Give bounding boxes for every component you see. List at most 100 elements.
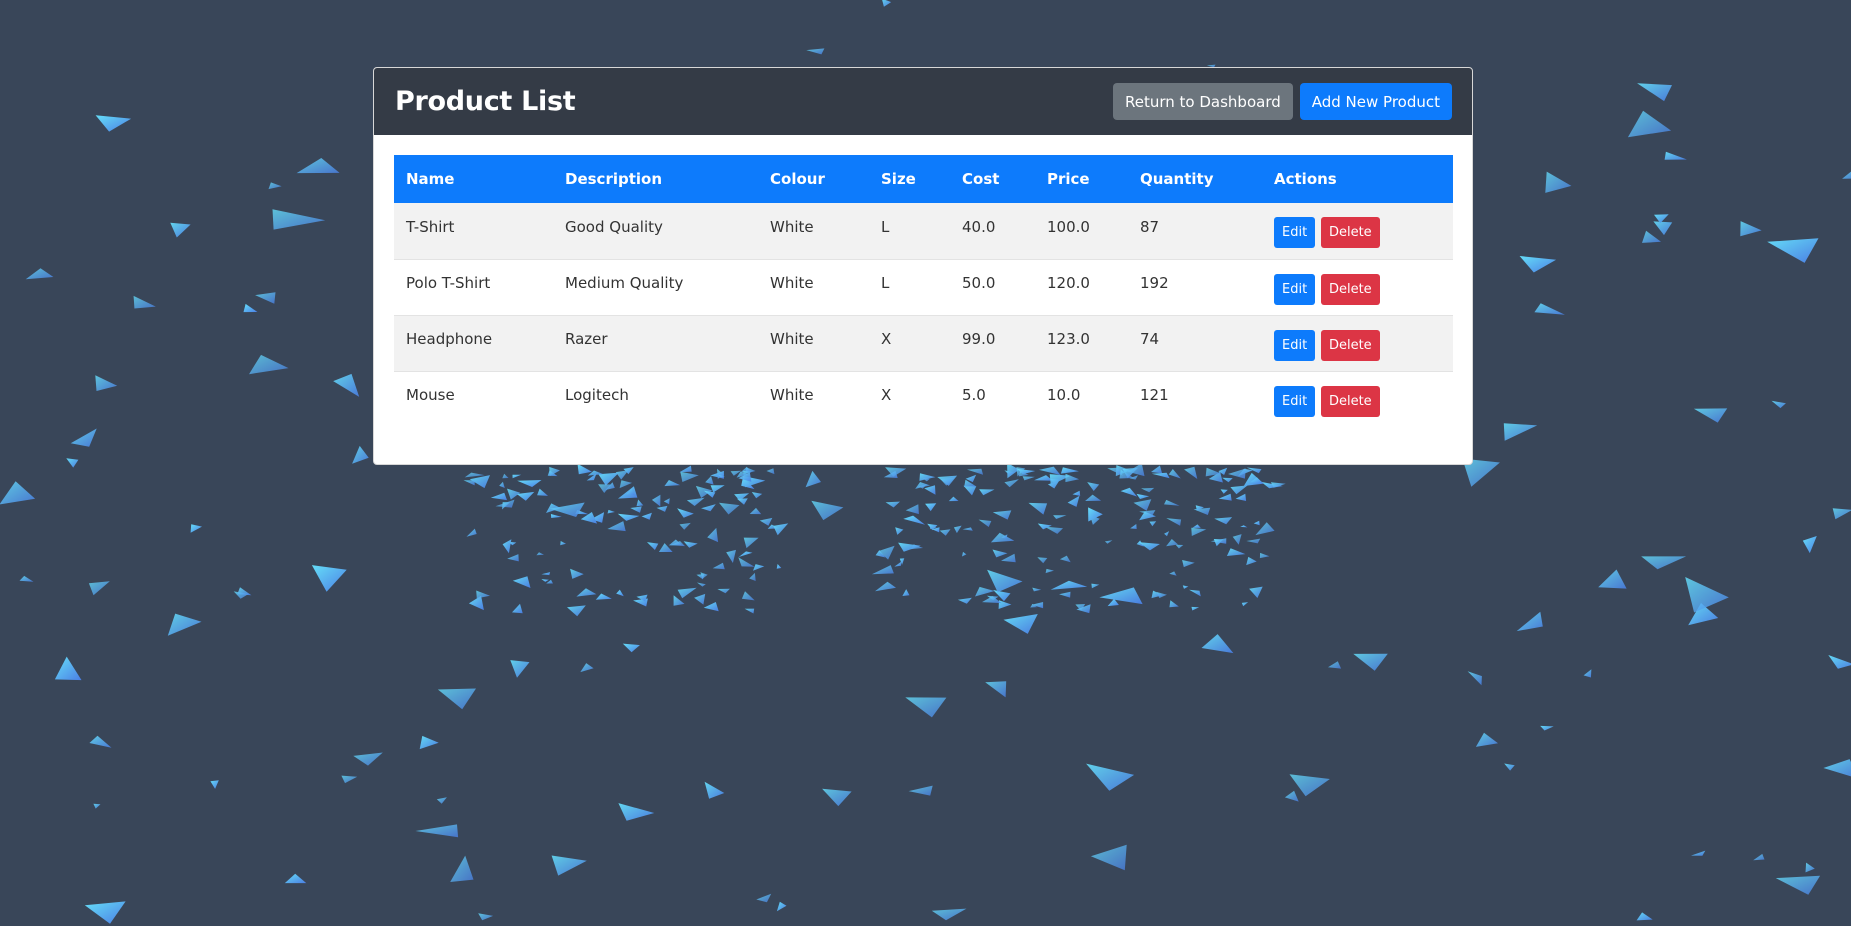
particle-shape — [707, 527, 719, 543]
particle-shape — [1693, 408, 1728, 423]
return-to-dashboard-button[interactable]: Return to Dashboard — [1113, 83, 1293, 120]
particle-shape — [985, 681, 1007, 698]
cell-description: Logitech — [565, 386, 629, 405]
particle-shape — [1328, 661, 1342, 669]
header-buttons: Return to Dashboard Add New Product — [1113, 83, 1452, 120]
particle-shape — [437, 688, 476, 710]
card-header: Product List Return to Dashboard Add New… — [374, 68, 1472, 135]
particle-shape — [756, 893, 772, 903]
particle-shape — [468, 595, 484, 611]
edit-button[interactable]: Edit — [1274, 385, 1316, 417]
particle-shape — [1039, 466, 1061, 475]
particle-shape — [741, 591, 755, 601]
particle-shape — [811, 500, 844, 521]
particle-shape — [1771, 400, 1786, 409]
particle-shape — [93, 803, 101, 809]
particle-shape — [1767, 238, 1819, 263]
particle-shape — [1842, 171, 1851, 179]
particle-shape — [1065, 473, 1080, 483]
particle-shape — [1085, 494, 1102, 501]
cell-name: Polo T-Shirt — [406, 274, 491, 292]
add-new-product-button[interactable]: Add New Product — [1299, 83, 1452, 120]
particle-shape — [1253, 520, 1260, 526]
particle-shape — [1598, 569, 1627, 589]
particle-shape — [1832, 508, 1851, 520]
particle-shape — [1232, 534, 1242, 545]
particle-shape — [806, 48, 825, 55]
card-body: Name Description Colour Size Cost Price … — [374, 135, 1472, 427]
cell-size: X — [881, 330, 892, 348]
particle-shape — [1218, 493, 1232, 501]
particle-shape — [1050, 580, 1088, 590]
particle-shape — [656, 505, 668, 512]
particle-shape — [957, 597, 972, 604]
particle-shape — [284, 873, 307, 884]
particle-shape — [937, 475, 958, 486]
particle-shape — [894, 561, 902, 567]
particle-shape — [679, 465, 692, 473]
particle-shape — [1191, 527, 1207, 536]
particle-shape — [95, 115, 132, 132]
particle-shape — [296, 158, 340, 174]
particle-shape — [25, 268, 54, 280]
particle-shape — [1259, 552, 1270, 559]
cell-size: X — [881, 386, 892, 405]
particle-shape — [647, 542, 659, 550]
edit-button[interactable]: Edit — [1274, 217, 1316, 249]
particle-shape — [978, 519, 992, 527]
particle-shape — [1289, 774, 1330, 797]
particle-shape — [536, 552, 544, 556]
particle-shape — [95, 375, 118, 391]
particle-shape — [598, 472, 619, 486]
particle-shape — [618, 803, 655, 821]
particle-shape — [743, 537, 759, 549]
particle-shape — [1120, 487, 1138, 497]
cell-cost: 50.0 — [962, 274, 996, 292]
delete-button[interactable]: Delete — [1320, 385, 1380, 417]
particle-shape — [84, 901, 126, 924]
particle-shape — [502, 539, 512, 554]
delete-button[interactable]: Delete — [1320, 329, 1380, 361]
particle-shape — [1475, 732, 1498, 747]
particle-shape — [710, 470, 724, 479]
particle-shape — [878, 545, 895, 560]
particle-shape — [1086, 763, 1135, 791]
cell-description: Good Quality — [565, 217, 663, 236]
edit-button[interactable]: Edit — [1274, 329, 1316, 361]
particle-shape — [1516, 611, 1543, 632]
particle-shape — [1003, 614, 1038, 634]
particle-shape — [1534, 303, 1565, 315]
particle-shape — [1284, 790, 1299, 802]
particle-shape — [1059, 591, 1071, 598]
particle-shape — [595, 593, 612, 600]
cell-size: L — [881, 217, 890, 236]
particle-shape — [1072, 490, 1081, 496]
cell-price: 100.0 — [1047, 217, 1090, 236]
particle-shape — [1031, 602, 1044, 609]
particle-shape — [512, 576, 531, 588]
edit-button[interactable]: Edit — [1274, 273, 1316, 305]
particle-shape — [1028, 502, 1048, 515]
delete-button[interactable]: Delete — [1320, 217, 1380, 249]
table-row: T-Shirt Good Quality White L 40.0 100.0 … — [394, 203, 1453, 259]
cell-price: 120.0 — [1047, 274, 1090, 292]
particle-shape — [415, 824, 459, 838]
particle-shape — [1249, 586, 1263, 598]
particle-shape — [1059, 555, 1071, 563]
cell-name: Mouse — [406, 386, 455, 405]
particle-shape — [1168, 469, 1181, 479]
particle-shape — [805, 470, 821, 488]
particle-shape — [905, 504, 919, 515]
particle-shape — [1637, 83, 1672, 102]
cell-price: 123.0 — [1047, 330, 1090, 348]
cell-colour: White — [770, 330, 814, 348]
particle-shape — [677, 508, 694, 518]
particle-shape — [512, 603, 523, 614]
delete-button[interactable]: Delete — [1320, 273, 1380, 305]
particle-shape — [710, 485, 725, 493]
particle-shape — [979, 489, 995, 496]
particle-shape — [450, 855, 474, 882]
particle-shape — [948, 496, 959, 502]
particle-shape — [1045, 568, 1054, 574]
particle-shape — [641, 512, 652, 520]
